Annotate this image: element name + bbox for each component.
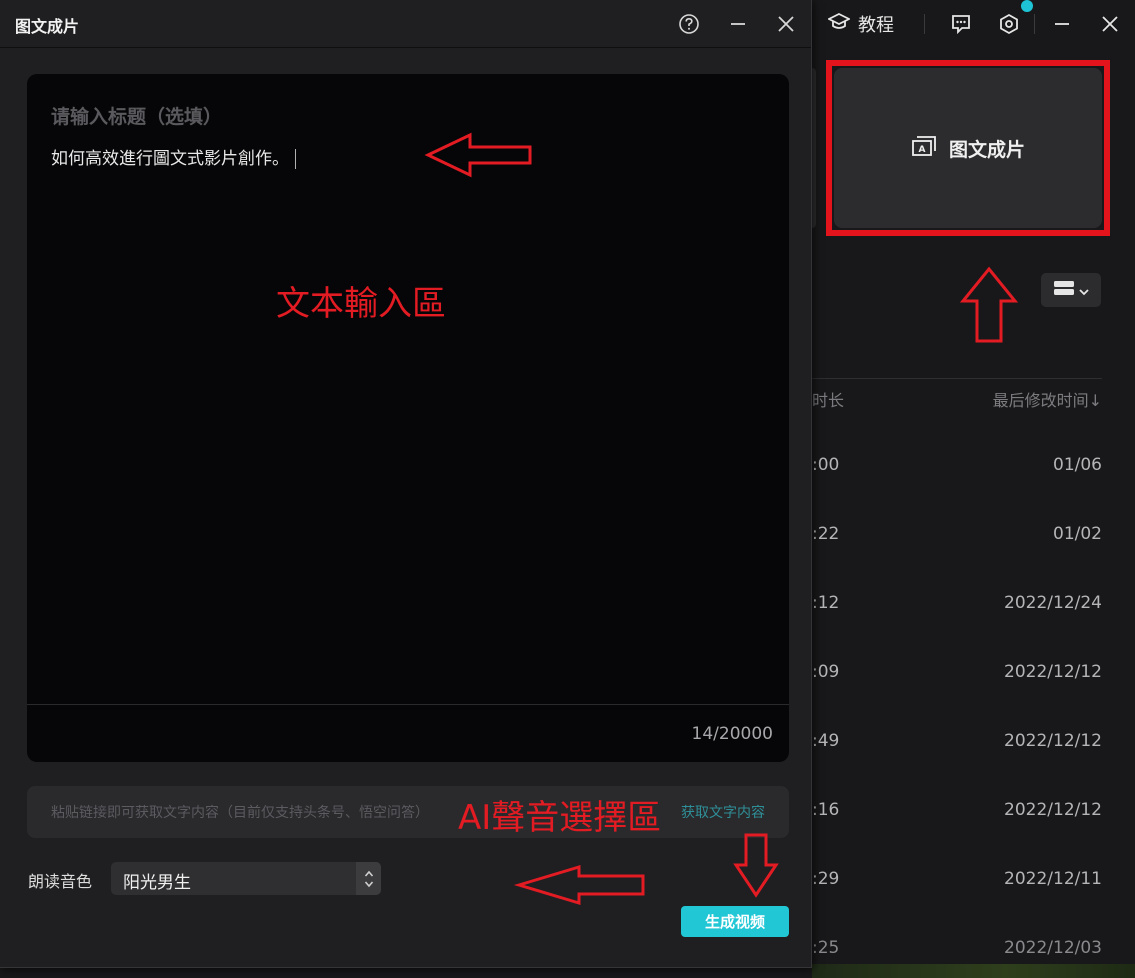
title-input[interactable]: 请输入标题（选填） (51, 102, 222, 129)
row-duration: :49 (812, 731, 840, 751)
link-placeholder: 粘贴链接即可获取文字内容（目前仅支持头条号、悟空问答） (51, 805, 429, 821)
annotation-text-area-label: 文本輸入區 (276, 284, 446, 324)
settings-hex-icon[interactable] (995, 10, 1023, 38)
row-duration: :25 (812, 938, 840, 958)
voice-label: 朗读音色 (28, 872, 93, 891)
dialog-title: 图文成片 (15, 17, 80, 36)
help-icon[interactable] (675, 10, 703, 38)
select-spinner-icon[interactable] (356, 862, 381, 895)
annotation-voice-area-label: AI聲音選擇區 (458, 798, 662, 838)
tutorial-label: 教程 (858, 15, 894, 36)
table-row[interactable]: :00 01/06 (812, 455, 1102, 479)
row-duration: :29 (812, 869, 840, 889)
body-text: 如何高效進行圖文式影片創作。 (51, 149, 289, 169)
list-view-icon (1053, 279, 1075, 301)
generate-video-button[interactable]: 生成视频 (681, 906, 789, 937)
table-row[interactable]: :12 2022/12/24 (812, 593, 1102, 617)
row-modified: 2022/12/11 (1004, 869, 1102, 889)
notification-dot (1021, 0, 1033, 12)
chevron-down-icon (1079, 281, 1089, 300)
app-root: 教程 A 图文成片 时长 最后修改时间↓:00 01/06:22 01/02… (0, 0, 1135, 978)
close-icon[interactable] (772, 10, 800, 38)
table-row[interactable]: :25 2022/12/03 (812, 938, 1102, 962)
row-duration: :09 (812, 662, 840, 682)
row-modified: 2022/12/03 (1004, 938, 1102, 958)
table-row[interactable]: :09 2022/12/12 (812, 662, 1102, 686)
char-count: 14/20000 (691, 724, 773, 744)
row-modified: 2022/12/12 (1004, 731, 1102, 751)
editor-divider (27, 704, 789, 705)
annotation-highlight-box (826, 60, 1110, 236)
graduation-cap-icon (826, 12, 852, 37)
row-duration: :16 (812, 800, 840, 820)
voice-select[interactable]: 阳光男生 (111, 862, 381, 895)
background-image-strip (812, 964, 1135, 978)
minimize-icon[interactable] (1048, 10, 1076, 38)
dialog-titlebar: 图文成片 (0, 0, 811, 48)
annotation-arrow-down-icon (733, 833, 779, 898)
table-row[interactable]: :22 01/02 (812, 524, 1102, 548)
toolbar-divider (1034, 14, 1035, 34)
table-header: 时长 最后修改时间↓ (812, 378, 1102, 414)
link-input[interactable]: 粘贴链接即可获取文字内容（目前仅支持头条号、悟空问答） 获取文字内容 (27, 786, 789, 838)
row-modified: 2022/12/24 (1004, 593, 1102, 613)
tutorial-button[interactable]: 教程 (826, 10, 894, 38)
fetch-text-button[interactable]: 获取文字内容 (681, 802, 765, 822)
row-modified: 2022/12/12 (1004, 800, 1102, 820)
feature-card-partial (812, 68, 816, 228)
annotation-arrow-up-icon (959, 266, 1019, 343)
table-row[interactable]: :49 2022/12/12 (812, 731, 1102, 755)
close-icon[interactable] (1096, 10, 1124, 38)
row-modified: 2022/12/12 (1004, 662, 1102, 682)
annotation-arrow-left-icon (513, 864, 645, 906)
body-text-input[interactable]: 如何高效進行圖文式影片創作。 (51, 144, 296, 169)
table-row[interactable]: :16 2022/12/12 (812, 800, 1102, 824)
toolbar-divider (924, 14, 925, 34)
minimize-icon[interactable] (724, 10, 752, 38)
view-toggle-button[interactable] (1041, 273, 1101, 307)
annotation-arrow-left-icon (424, 132, 532, 178)
voice-selected-value: 阳光男生 (123, 873, 191, 893)
row-duration: :22 (812, 524, 840, 544)
column-modified[interactable]: 最后修改时间↓ (993, 387, 1102, 411)
image-to-video-dialog: 图文成片 请输入标题（选填） 如何高效進行圖文式影片創作。 14/20000 粘… (0, 0, 812, 968)
table-row[interactable]: :29 2022/12/11 (812, 869, 1102, 893)
feedback-icon[interactable] (947, 10, 975, 38)
column-duration[interactable]: 时长 (812, 387, 844, 411)
row-modified: 01/02 (1053, 524, 1102, 544)
text-caret (295, 149, 296, 169)
text-editor[interactable]: 请输入标题（选填） 如何高效進行圖文式影片創作。 14/20000 (27, 74, 789, 762)
row-modified: 01/06 (1053, 455, 1102, 475)
row-duration: :00 (812, 455, 840, 475)
row-duration: :12 (812, 593, 840, 613)
